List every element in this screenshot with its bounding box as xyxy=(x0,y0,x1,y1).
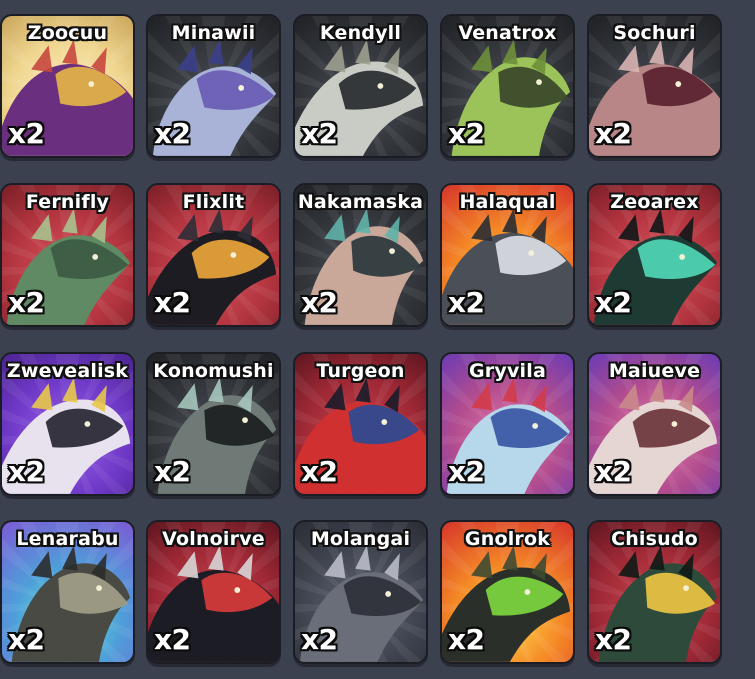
creature-eye xyxy=(683,585,689,592)
creature-name: Flixlit xyxy=(182,191,245,213)
creature-card-konomushi[interactable]: Konomushi x2 xyxy=(146,352,281,496)
creature-name: Minawii xyxy=(171,22,256,44)
creature-card-zoocuu[interactable]: Zoocuu x2 xyxy=(0,14,135,158)
creature-eye xyxy=(389,248,395,255)
creature-name: Lenarabu xyxy=(16,528,119,550)
creature-count: x2 xyxy=(595,455,632,488)
creature-eye xyxy=(671,421,678,427)
creature-card-halaqual[interactable]: Halaqual x2 xyxy=(440,183,575,327)
creature-name: Molangai xyxy=(310,528,411,550)
creature-eye xyxy=(377,83,384,89)
creature-eye xyxy=(234,587,241,593)
creature-eye xyxy=(242,417,248,424)
creature-name: Konomushi xyxy=(153,360,274,382)
creature-name: Gryvila xyxy=(469,360,546,382)
creature-eye xyxy=(385,591,392,597)
creature-eye xyxy=(238,85,245,91)
creature-name: Halaqual xyxy=(459,191,556,213)
creature-card-zwevealisk[interactable]: Zwevealisk x2 xyxy=(0,352,135,496)
creature-card-kendyll[interactable]: Kendyll x2 xyxy=(293,14,428,158)
creature-card-maiueve[interactable]: Maiueve x2 xyxy=(587,352,722,496)
creature-card-molangai[interactable]: Molangai x2 xyxy=(293,520,428,664)
creature-name: Maiueve xyxy=(608,360,701,382)
creature-card-sochuri[interactable]: Sochuri x2 xyxy=(587,14,722,158)
creature-count: x2 xyxy=(448,286,485,319)
creature-count: x2 xyxy=(8,117,45,150)
creature-card-venatrox[interactable]: Venatrox x2 xyxy=(440,14,575,158)
creature-count: x2 xyxy=(154,455,191,488)
creature-eye xyxy=(92,254,99,260)
creature-name: Fernifly xyxy=(25,191,110,213)
creature-card-flixlit[interactable]: Flixlit x2 xyxy=(146,183,281,327)
creature-name: Sochuri xyxy=(613,22,696,44)
creature-eye xyxy=(230,252,237,258)
creature-card-fernifly[interactable]: Fernifly x2 xyxy=(0,183,135,327)
creature-name: Turgeon xyxy=(316,360,405,382)
creature-eye xyxy=(381,419,388,425)
creature-count: x2 xyxy=(8,623,45,656)
creature-eye xyxy=(84,421,91,427)
creature-name: Nakamaska xyxy=(297,191,424,213)
creature-count: x2 xyxy=(8,455,45,488)
creature-name: Gnolrok xyxy=(464,528,551,550)
creature-count: x2 xyxy=(154,117,191,150)
creature-card-turgeon[interactable]: Turgeon x2 xyxy=(293,352,428,496)
creature-count: x2 xyxy=(154,623,191,656)
creature-name: Zoocuu xyxy=(27,22,108,44)
creature-count: x2 xyxy=(301,117,338,150)
creature-card-volnoirve[interactable]: Volnoirve x2 xyxy=(146,520,281,664)
creature-count: x2 xyxy=(595,117,632,150)
creature-name: Volnoirve xyxy=(162,528,265,550)
creature-count: x2 xyxy=(301,455,338,488)
creature-name: Venatrox xyxy=(458,22,557,44)
creature-card-nakamaska[interactable]: Nakamaska x2 xyxy=(293,183,428,327)
creature-name: Chisudo xyxy=(611,528,698,550)
creature-name: Zwevealisk xyxy=(6,360,129,382)
creature-count: x2 xyxy=(595,623,632,656)
creature-card-chisudo[interactable]: Chisudo x2 xyxy=(587,520,722,664)
creature-count: x2 xyxy=(8,286,45,319)
creature-name: Kendyll xyxy=(319,22,402,44)
creature-count: x2 xyxy=(301,286,338,319)
creature-count: x2 xyxy=(448,623,485,656)
creature-card-gnolrok[interactable]: Gnolrok x2 xyxy=(440,520,575,664)
creature-eye xyxy=(96,585,102,592)
creature-count: x2 xyxy=(448,455,485,488)
creature-card-lenarabu[interactable]: Lenarabu x2 xyxy=(0,520,135,664)
creature-name: Zeoarex xyxy=(610,191,699,213)
creature-card-zeoarex[interactable]: Zeoarex x2 xyxy=(587,183,722,327)
creature-inventory-grid: Zoocuu x2 Minawii x2 Kendyll x2 Venatrox x2 Soch… xyxy=(0,0,755,679)
creature-eye xyxy=(679,254,686,260)
creature-eye xyxy=(524,589,531,595)
creature-count: x2 xyxy=(154,286,191,319)
creature-count: x2 xyxy=(448,117,485,150)
creature-eye xyxy=(536,79,542,86)
creature-eye xyxy=(88,81,95,87)
creature-card-minawii[interactable]: Minawii x2 xyxy=(146,14,281,158)
creature-count: x2 xyxy=(595,286,632,319)
creature-eye xyxy=(675,81,682,87)
creature-eye xyxy=(528,250,535,256)
creature-card-gryvila[interactable]: Gryvila x2 xyxy=(440,352,575,496)
creature-eye xyxy=(532,423,539,429)
creature-count: x2 xyxy=(301,623,338,656)
